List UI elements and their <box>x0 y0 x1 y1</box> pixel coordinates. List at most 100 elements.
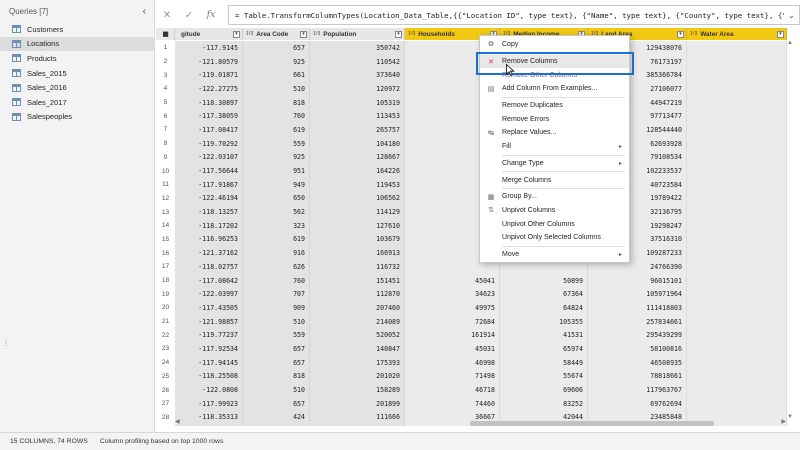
table-cell[interactable]: 103679 <box>310 232 405 247</box>
menu-item[interactable]: Merge Columns <box>480 173 629 187</box>
table-cell[interactable]: 925 <box>243 54 310 69</box>
menu-item[interactable]: Change Type ▸ <box>480 157 629 171</box>
table-cell[interactable]: 69606 <box>500 383 588 397</box>
close-icon[interactable]: ✕ <box>156 10 178 21</box>
table-row[interactable]: 17 -118.02757 626 116732 24766390 <box>156 260 787 274</box>
table-cell[interactable]: 951 <box>243 164 310 178</box>
table-cell[interactable]: 72684 <box>405 314 500 329</box>
column-header[interactable]: 1²3 Water Area ▾ <box>687 28 787 40</box>
table-cell[interactable]: 207460 <box>310 301 405 315</box>
table-cell[interactable] <box>687 396 787 411</box>
table-cell[interactable]: 559 <box>243 328 310 343</box>
column-header[interactable]: 1²3 Population ▾ <box>310 28 405 40</box>
table-cell[interactable]: -121.80579 <box>175 54 243 69</box>
table-cell[interactable]: 105319 <box>310 95 405 110</box>
table-row[interactable]: 12 -122.46194 650 106562 19789422 <box>156 191 787 206</box>
table-cell[interactable]: 78818661 <box>588 369 687 384</box>
table-cell[interactable] <box>687 342 787 356</box>
table-cell[interactable]: 74460 <box>405 396 500 411</box>
table-cell[interactable]: 119453 <box>310 177 405 192</box>
table-cell[interactable] <box>687 191 787 206</box>
table-row[interactable]: 19 -122.03997 707 112870 34623 67364 105971964 <box>156 287 787 302</box>
table-cell[interactable]: -117.99923 <box>175 396 243 411</box>
table-cell[interactable]: 106562 <box>310 191 405 206</box>
table-cell[interactable]: 707 <box>243 287 310 302</box>
table-cell[interactable]: 818 <box>243 369 310 384</box>
table-cell[interactable]: 760 <box>243 109 310 124</box>
table-cell[interactable]: 113453 <box>310 109 405 124</box>
table-cell[interactable] <box>687 232 787 247</box>
scroll-up-icon[interactable]: ▲ <box>787 40 793 46</box>
pane-resize-handle[interactable]: ⋮ <box>3 340 9 347</box>
table-row[interactable]: 16 -121.37162 916 166913 109287233 <box>156 246 787 260</box>
table-cell[interactable]: -117.08417 <box>175 123 243 137</box>
table-cell[interactable]: 657 <box>243 342 310 356</box>
table-cell[interactable]: -118.02757 <box>175 260 243 274</box>
table-cell[interactable]: -117.91867 <box>175 177 243 192</box>
type-icon[interactable]: 1²3 <box>408 31 415 37</box>
table-cell[interactable]: 105971964 <box>588 287 687 302</box>
chevron-down-icon[interactable]: ⌄ <box>784 5 800 25</box>
table-cell[interactable] <box>687 54 787 69</box>
menu-item[interactable]: ⇅ Unpivot Columns <box>480 204 629 218</box>
filter-dropdown-icon[interactable]: ▾ <box>395 30 402 38</box>
table-cell[interactable]: 559 <box>243 136 310 151</box>
table-cell[interactable]: 46998 <box>405 355 500 370</box>
table-cell[interactable]: 214089 <box>310 314 405 329</box>
table-cell[interactable] <box>687 68 787 83</box>
formula-input[interactable]: = Table.TransformColumnTypes(Location_Da… <box>228 5 784 25</box>
table-cell[interactable]: 626 <box>243 260 310 274</box>
menu-item[interactable]: ▤ Add Column From Examples... <box>480 82 629 96</box>
table-cell[interactable] <box>687 218 787 233</box>
table-cell[interactable] <box>687 369 787 384</box>
menu-item[interactable]: Remove Duplicates <box>480 99 629 113</box>
table-row[interactable]: 24 -117.94145 657 175393 46998 58449 46508935 <box>156 355 787 370</box>
table-cell[interactable]: -119.70292 <box>175 136 243 151</box>
table-cell[interactable]: 55674 <box>500 369 588 384</box>
table-cell[interactable]: -118.25508 <box>175 369 243 384</box>
table-cell[interactable]: 117963767 <box>588 383 687 397</box>
column-header[interactable]: 1²3 Area Code ▾ <box>243 28 310 40</box>
table-cell[interactable]: 818 <box>243 95 310 110</box>
table-cell[interactable]: 175393 <box>310 355 405 370</box>
table-cell[interactable]: 161914 <box>405 328 500 343</box>
table-cell[interactable]: 58100816 <box>588 342 687 356</box>
table-cell[interactable]: 114129 <box>310 205 405 219</box>
table-cell[interactable]: 520052 <box>310 328 405 343</box>
table-cell[interactable]: 373640 <box>310 68 405 83</box>
menu-item[interactable]: ▦ Group By... <box>480 190 629 204</box>
table-row[interactable]: 7 -117.08417 619 265757 128544440 <box>156 123 787 137</box>
table-cell[interactable]: -122.46194 <box>175 191 243 206</box>
query-item[interactable]: Sales_2016 <box>0 80 154 95</box>
table-cell[interactable]: 657 <box>243 41 310 55</box>
chevron-left-icon[interactable]: ‹ <box>143 6 146 17</box>
table-cell[interactable]: 510 <box>243 82 310 96</box>
table-row[interactable]: 14 -118.17202 323 127610 19298247 <box>156 218 787 233</box>
query-item[interactable]: Customers <box>0 22 154 37</box>
scroll-thumb[interactable] <box>470 421 714 426</box>
table-cell[interactable]: -121.98857 <box>175 314 243 329</box>
query-item[interactable]: Sales_2017 <box>0 95 154 110</box>
table-cell[interactable]: 650 <box>243 191 310 206</box>
table-cell[interactable]: 96015101 <box>588 273 687 288</box>
table-cell[interactable]: 64824 <box>500 301 588 315</box>
scroll-down-icon[interactable]: ▼ <box>787 414 793 420</box>
table-cell[interactable]: -119.77237 <box>175 328 243 343</box>
table-cell[interactable] <box>687 95 787 110</box>
table-cell[interactable]: 201899 <box>310 396 405 411</box>
table-row[interactable]: 2 -121.80579 925 110542 76173197 <box>156 54 787 69</box>
table-row[interactable]: 3 -119.01871 661 373640 385366784 <box>156 68 787 83</box>
query-item[interactable]: Sales_2015 <box>0 66 154 81</box>
column-header[interactable]: gitude ▾ <box>175 28 243 40</box>
table-cell[interactable] <box>687 328 787 343</box>
table-cell[interactable]: 164226 <box>310 164 405 178</box>
table-cell[interactable]: 128667 <box>310 150 405 165</box>
table-cell[interactable]: 111418803 <box>588 301 687 315</box>
table-row[interactable]: 23 -117.92534 657 140847 45031 65974 58100816 <box>156 342 787 356</box>
table-cell[interactable] <box>687 287 787 302</box>
table-cell[interactable]: 71498 <box>405 369 500 384</box>
table-cell[interactable]: 46718 <box>405 383 500 397</box>
menu-item[interactable]: Unpivot Only Selected Columns <box>480 231 629 245</box>
table-cell[interactable]: -122.03107 <box>175 150 243 165</box>
table-cell[interactable]: 50899 <box>500 273 588 288</box>
